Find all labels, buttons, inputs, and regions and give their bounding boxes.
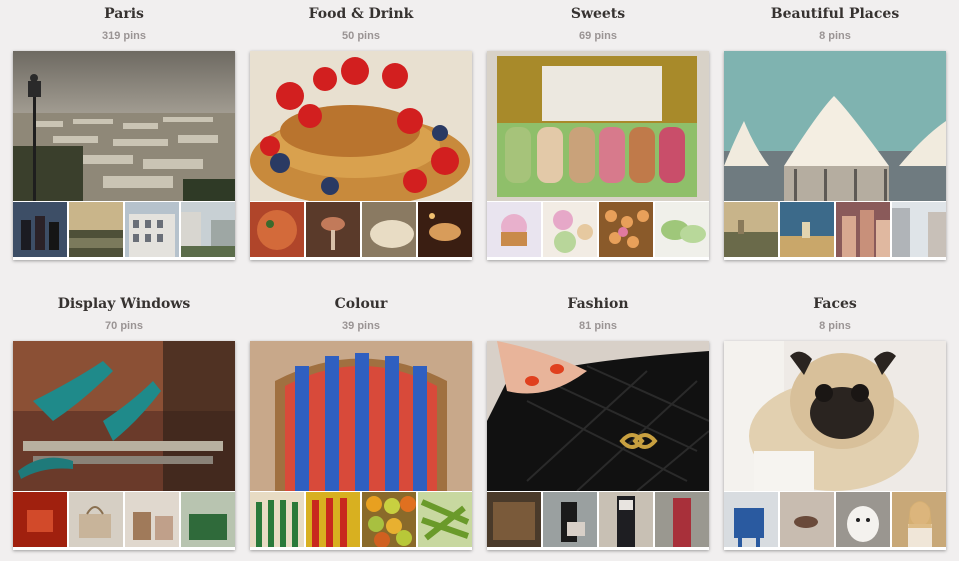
board-thumbnails xyxy=(250,492,472,547)
board-thumbnails xyxy=(724,202,946,257)
board-main-image[interactable] xyxy=(13,51,235,201)
board-pin-count: 81 pins xyxy=(579,320,617,332)
board-thumbnails xyxy=(13,492,235,547)
board-cover[interactable] xyxy=(487,51,709,260)
board-thumbnails xyxy=(487,202,709,257)
thumbnail[interactable] xyxy=(543,202,597,257)
thumbnail[interactable] xyxy=(181,492,235,547)
board-thumbnails xyxy=(487,492,709,547)
board-cover[interactable] xyxy=(13,51,235,260)
thumbnail[interactable] xyxy=(250,202,304,257)
board-thumbnails xyxy=(250,202,472,257)
thumbnail[interactable] xyxy=(306,202,360,257)
board-cover[interactable] xyxy=(724,341,946,550)
board-cover[interactable] xyxy=(724,51,946,260)
board-cover[interactable] xyxy=(487,341,709,550)
thumbnail[interactable] xyxy=(418,492,472,547)
board-pin-count: 69 pins xyxy=(579,30,617,42)
thumbnail[interactable] xyxy=(13,202,67,257)
thumbnail[interactable] xyxy=(487,202,541,257)
board-pin-count: 39 pins xyxy=(342,320,380,332)
board-pin-count: 50 pins xyxy=(342,30,380,42)
board-title[interactable]: Faces xyxy=(724,294,946,314)
board-main-image[interactable] xyxy=(487,51,709,201)
thumbnail[interactable] xyxy=(181,202,235,257)
board-title[interactable]: Display Windows xyxy=(13,294,235,314)
thumbnail[interactable] xyxy=(892,202,946,257)
thumbnail[interactable] xyxy=(250,492,304,547)
thumbnail[interactable] xyxy=(543,492,597,547)
thumbnail[interactable] xyxy=(125,202,179,257)
board-thumbnails xyxy=(724,492,946,547)
thumbnail[interactable] xyxy=(836,492,890,547)
thumbnail[interactable] xyxy=(724,202,778,257)
board-title[interactable]: Colour xyxy=(250,294,472,314)
thumbnail[interactable] xyxy=(306,492,360,547)
thumbnail[interactable] xyxy=(836,202,890,257)
board-cover[interactable] xyxy=(13,341,235,550)
thumbnail[interactable] xyxy=(892,492,946,547)
board-cover[interactable] xyxy=(250,51,472,260)
board-main-image[interactable] xyxy=(487,341,709,491)
board-thumbnails xyxy=(13,202,235,257)
thumbnail[interactable] xyxy=(599,492,653,547)
thumbnail[interactable] xyxy=(599,202,653,257)
board-title[interactable]: Paris xyxy=(13,4,235,24)
boards-grid: Paris 319 pins Food & Drink 50 pins Swee… xyxy=(0,0,959,561)
thumbnail[interactable] xyxy=(125,492,179,547)
board-main-image[interactable] xyxy=(724,341,946,491)
thumbnail[interactable] xyxy=(655,202,709,257)
board-cover[interactable] xyxy=(250,341,472,550)
board-title[interactable]: Fashion xyxy=(487,294,709,314)
board-main-image[interactable] xyxy=(724,51,946,201)
thumbnail[interactable] xyxy=(362,202,416,257)
thumbnail[interactable] xyxy=(780,492,834,547)
board-pin-count: 319 pins xyxy=(101,30,147,42)
thumbnail[interactable] xyxy=(362,492,416,547)
board-title[interactable]: Beautiful Places xyxy=(724,4,946,24)
thumbnail[interactable] xyxy=(69,202,123,257)
thumbnail[interactable] xyxy=(655,492,709,547)
board-main-image[interactable] xyxy=(13,341,235,491)
thumbnail[interactable] xyxy=(487,492,541,547)
thumbnail[interactable] xyxy=(780,202,834,257)
board-pin-count: 8 pins xyxy=(819,320,851,332)
board-title[interactable]: Sweets xyxy=(487,4,709,24)
board-main-image[interactable] xyxy=(250,341,472,491)
thumbnail[interactable] xyxy=(724,492,778,547)
thumbnail[interactable] xyxy=(69,492,123,547)
thumbnail[interactable] xyxy=(418,202,472,257)
board-pin-count: 8 pins xyxy=(819,30,851,42)
board-title[interactable]: Food & Drink xyxy=(250,4,472,24)
thumbnail[interactable] xyxy=(13,492,67,547)
board-main-image[interactable] xyxy=(250,51,472,201)
board-pin-count: 70 pins xyxy=(105,320,143,332)
